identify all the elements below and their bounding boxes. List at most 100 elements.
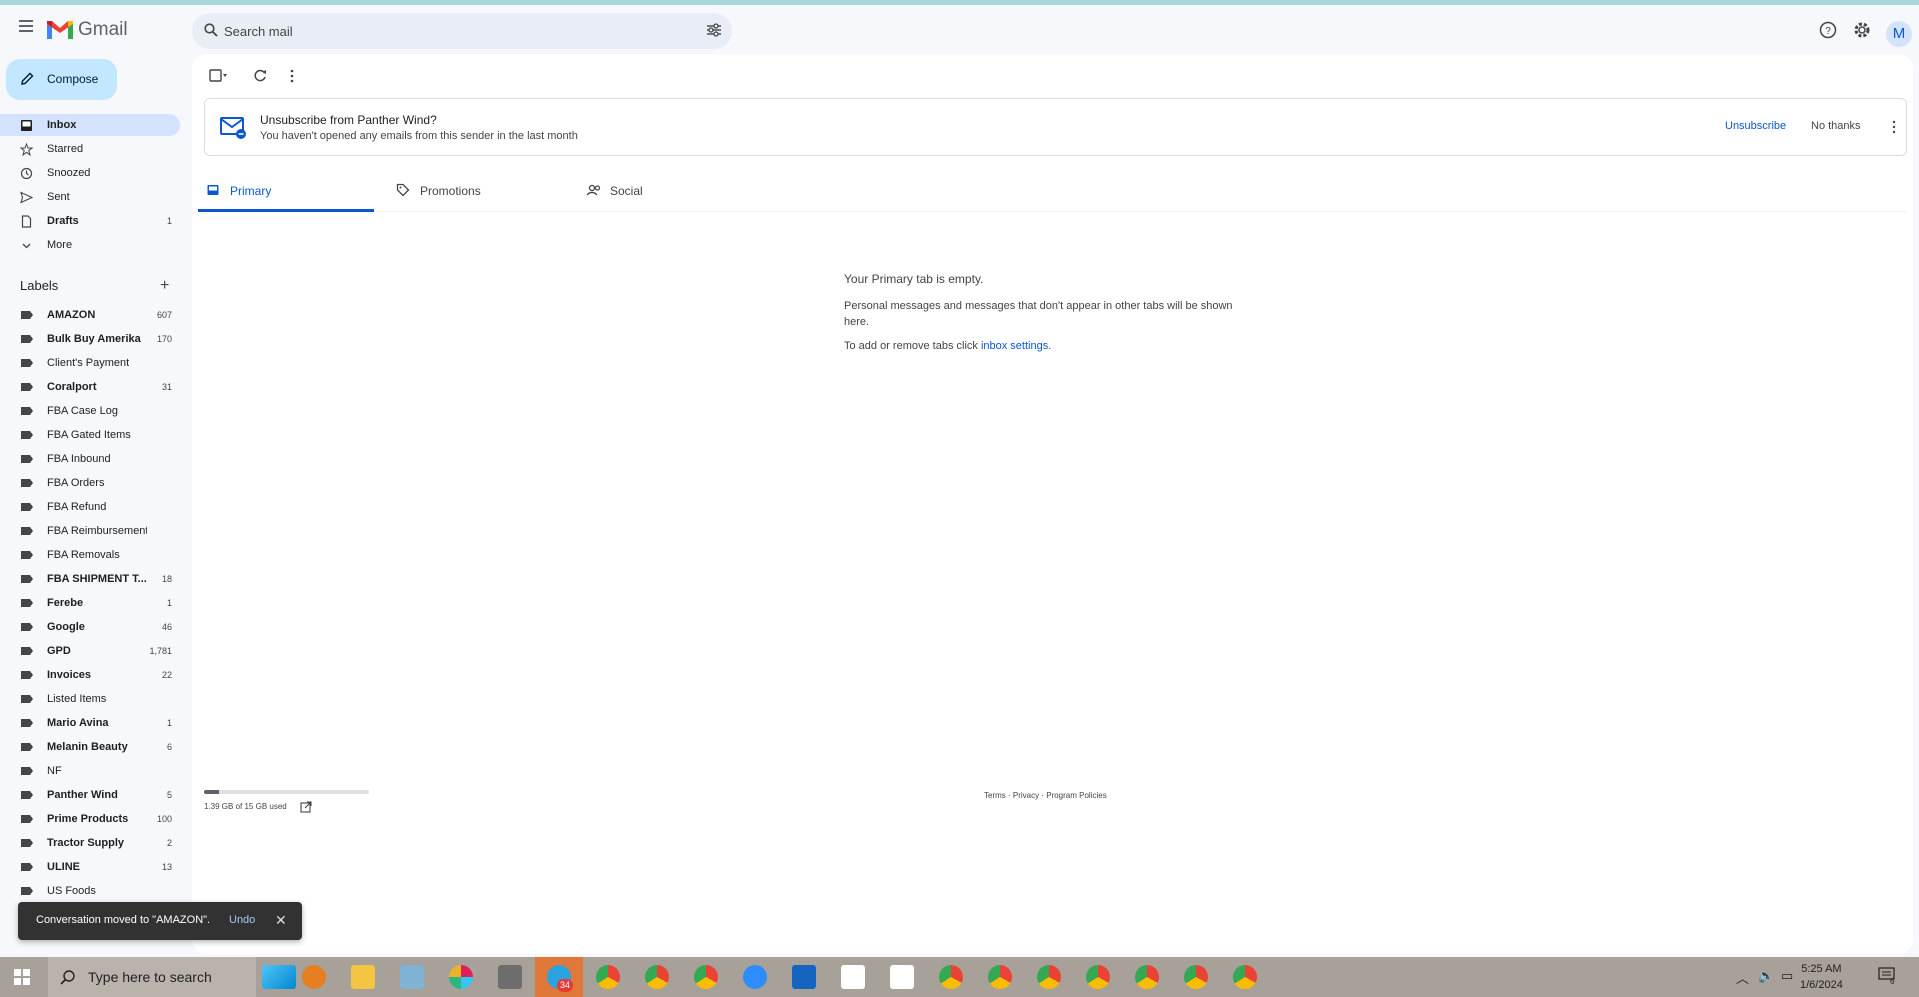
zoom-icon[interactable] (743, 965, 767, 989)
volume-icon[interactable]: 🔈 (1758, 968, 1774, 984)
main-menu-button[interactable] (14, 17, 38, 41)
chrome-profile-icon[interactable] (939, 965, 963, 989)
notification-center-icon[interactable]: 6 (1878, 967, 1898, 986)
sidebar-item-drafts[interactable]: Drafts 1 (0, 210, 180, 232)
label-item[interactable]: FBA Refund (0, 496, 180, 518)
main-panel: Unsubscribe from Panther Wind? You haven… (192, 54, 1913, 954)
label-item[interactable]: Mario Avina 1 (0, 712, 180, 734)
tray-chevron-up-icon[interactable]: ︿ (1736, 968, 1749, 987)
slack-icon[interactable] (449, 965, 473, 989)
sidebar-item-inbox[interactable]: Inbox (0, 114, 180, 136)
open-external-icon[interactable] (300, 801, 312, 813)
telegram-taskbar-button[interactable]: 34 (535, 957, 583, 997)
label-item[interactable]: Melanin Beauty 6 (0, 736, 180, 758)
label-name: Prime Products (47, 813, 129, 825)
basket-app-icon[interactable] (302, 965, 326, 989)
label-name: Google (47, 621, 85, 633)
label-item[interactable]: Invoices 22 (0, 664, 180, 686)
remote-app-icon[interactable] (792, 965, 816, 989)
label-item[interactable]: NF (0, 760, 180, 782)
label-item[interactable]: ULINE 13 (0, 856, 180, 878)
label-name: Ferebe (47, 597, 84, 609)
account-avatar[interactable]: M (1886, 21, 1912, 47)
chrome-profile-icon[interactable] (988, 965, 1012, 989)
chrome-profile-icon[interactable] (1233, 965, 1257, 989)
label-item[interactable]: GPD 1,781 (0, 640, 180, 662)
label-item[interactable]: Coralport 31 (0, 376, 180, 398)
chart-app-icon[interactable] (841, 965, 865, 989)
label-item[interactable]: Panther Wind 5 (0, 784, 180, 806)
chrome-profile-icon[interactable] (694, 965, 718, 989)
notepad-app-icon[interactable] (400, 965, 424, 989)
label-item[interactable]: AMAZON 607 (0, 304, 180, 326)
program-policies-link[interactable]: Program Policies (1046, 791, 1106, 800)
label-name: FBA Inbound (47, 453, 111, 465)
label-item[interactable]: Google 46 (0, 616, 180, 638)
tab-promotions-label: Promotions (420, 184, 481, 198)
sidebar-item-more[interactable]: More (0, 234, 180, 256)
clock-icon (20, 167, 33, 180)
label-item[interactable]: FBA Case Log (0, 400, 180, 422)
sidebar-item-starred[interactable]: Starred (0, 138, 180, 160)
network-icon[interactable]: ▭ (1781, 968, 1793, 984)
label-item[interactable]: US Foods (0, 880, 180, 902)
unsubscribe-button[interactable]: Unsubscribe (1725, 120, 1786, 132)
settings-gear-icon[interactable] (1852, 20, 1872, 40)
tab-promotions[interactable]: Promotions (388, 167, 564, 212)
chrome-profile-icon[interactable] (1184, 965, 1208, 989)
header: Gmail ? M (0, 5, 1919, 53)
add-label-button[interactable]: + (160, 277, 169, 295)
label-item[interactable]: FBA Gated Items (0, 424, 180, 446)
sidebar-item-snoozed[interactable]: Snoozed (0, 162, 180, 184)
chrome-profile-icon[interactable] (1135, 965, 1159, 989)
select-all-checkbox[interactable] (206, 64, 230, 88)
windows-start-icon[interactable] (14, 969, 30, 985)
label-item[interactable]: FBA Reimbursement (0, 520, 180, 542)
tab-social[interactable]: Social (578, 167, 754, 212)
star-icon (19, 142, 34, 157)
privacy-link[interactable]: Privacy (1013, 791, 1039, 800)
file-explorer-icon[interactable] (351, 965, 375, 989)
label-item[interactable]: FBA Inbound (0, 448, 180, 470)
label-item[interactable]: FBA SHIPMENT T... 18 (0, 568, 180, 590)
label-name: ULINE (47, 861, 80, 873)
refresh-icon[interactable] (248, 64, 272, 88)
chrome-profile-icon[interactable] (596, 965, 620, 989)
label-item[interactable]: FBA Orders (0, 472, 180, 494)
taskbar-search[interactable]: Type here to search (48, 957, 256, 997)
tab-primary[interactable]: Primary (198, 167, 374, 212)
label-name: FBA Orders (47, 477, 105, 489)
label-item[interactable]: Prime Products 100 (0, 808, 180, 830)
search-bar[interactable] (192, 13, 732, 49)
label-item[interactable]: FBA Removals (0, 544, 180, 566)
no-thanks-button[interactable]: No thanks (1811, 120, 1861, 132)
storage-bar-fill (204, 790, 220, 794)
label-item[interactable]: Client's Payment (0, 352, 180, 374)
more-options-icon[interactable] (280, 64, 304, 88)
label-item[interactable]: Ferebe 1 (0, 592, 180, 614)
chart-app-icon[interactable] (890, 965, 914, 989)
undo-button[interactable]: Undo (229, 914, 255, 926)
chrome-profile-icon[interactable] (645, 965, 669, 989)
terms-link[interactable]: Terms (984, 791, 1006, 800)
compose-button[interactable]: Compose (6, 59, 117, 100)
label-item[interactable]: Bulk Buy Amerika 170 (0, 328, 180, 350)
label-item[interactable]: Tractor Supply 2 (0, 832, 180, 854)
label-tag-icon (21, 551, 33, 559)
label-name: Panther Wind (47, 789, 118, 801)
widget-weather-icon[interactable] (262, 965, 296, 989)
label-item[interactable]: Listed Items (0, 688, 180, 710)
calculator-icon[interactable] (498, 965, 522, 989)
chevron-down-icon (20, 239, 33, 252)
sidebar-item-sent[interactable]: Sent (0, 186, 180, 208)
search-input[interactable] (224, 20, 664, 42)
search-icon[interactable] (204, 23, 218, 37)
taskbar-clock[interactable]: 5:25 AM 1/6/2024 (1800, 961, 1843, 993)
search-options-icon[interactable] (706, 23, 722, 37)
banner-more-icon[interactable] (1890, 118, 1898, 136)
chrome-profile-icon[interactable] (1037, 965, 1061, 989)
toast-close-icon[interactable]: ✕ (275, 912, 287, 929)
inbox-settings-link[interactable]: inbox settings (981, 340, 1048, 352)
chrome-profile-icon[interactable] (1086, 965, 1110, 989)
help-icon[interactable]: ? (1818, 20, 1838, 40)
